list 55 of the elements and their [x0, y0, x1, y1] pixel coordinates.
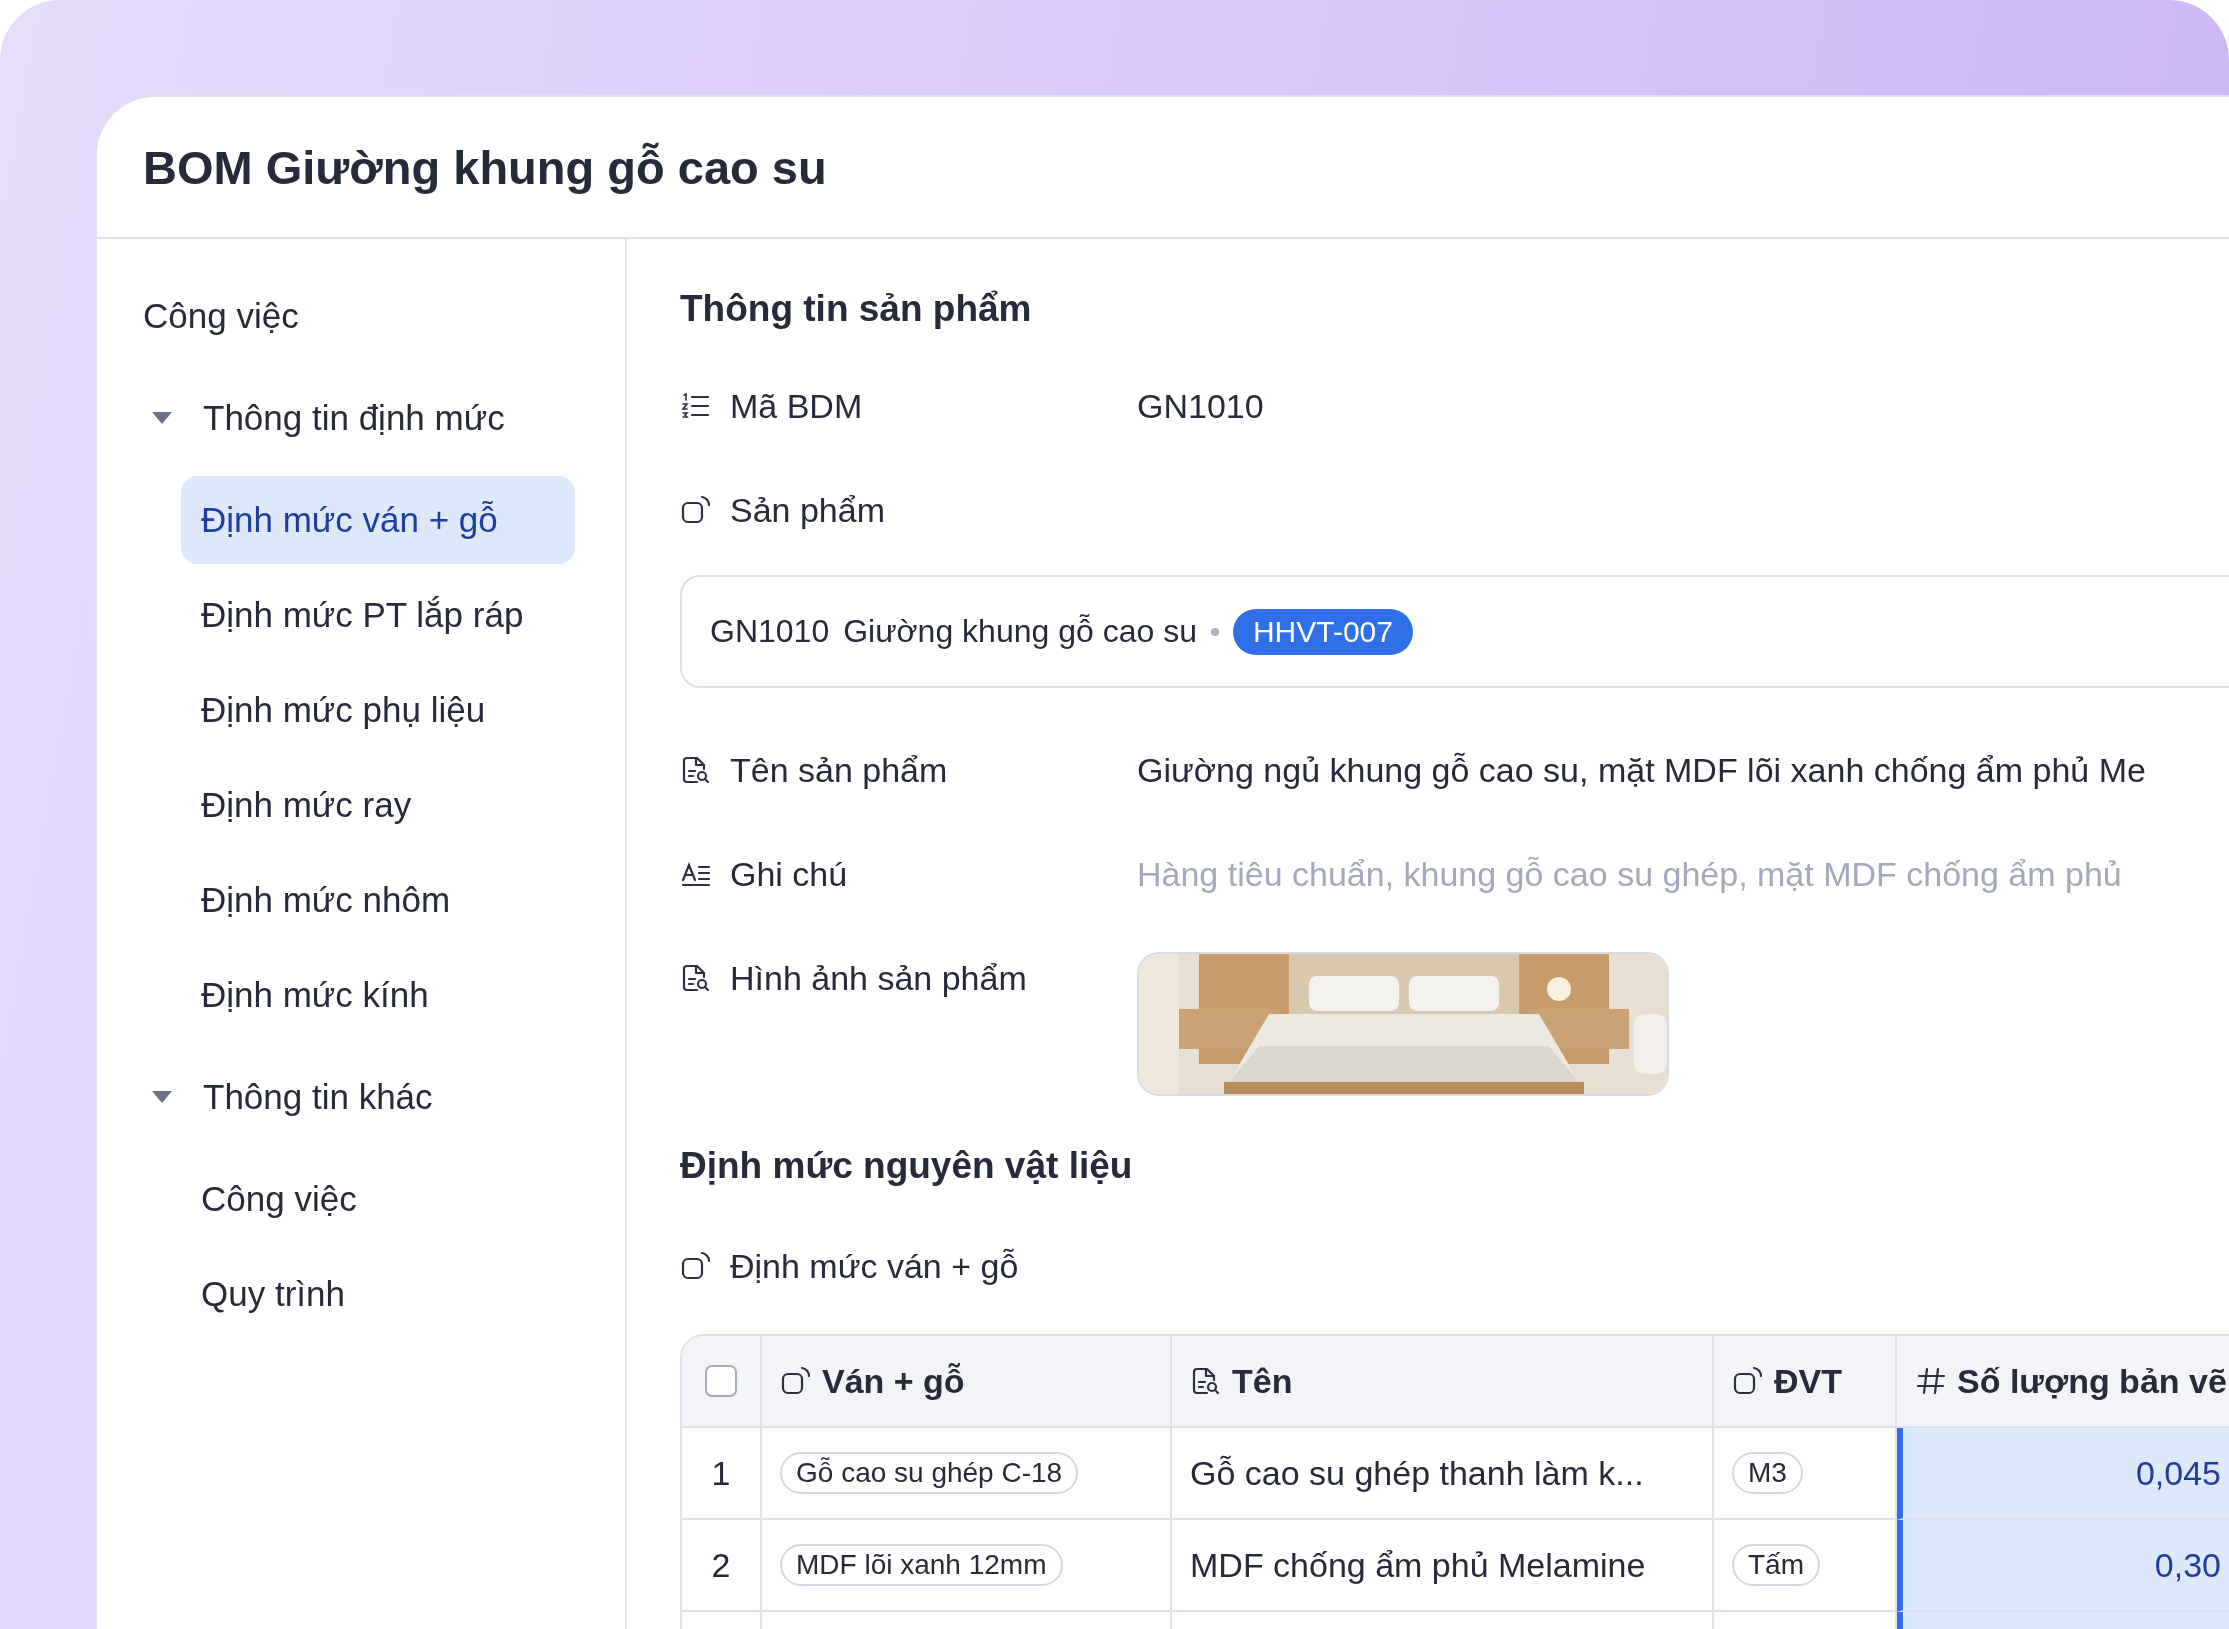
document-search-icon — [1190, 1365, 1222, 1397]
field-label: Ghi chú — [730, 854, 848, 895]
product-name: Giường khung gỗ cao su — [843, 613, 1197, 650]
sidebar-group[interactable]: Thông tin định mức — [97, 367, 625, 469]
field-value: GN1010 — [1137, 386, 1264, 426]
material-name: Gỗ cao su ghép thanh làm k... — [1190, 1453, 1644, 1493]
window-title: BOM Giường khung gỗ cao su — [143, 139, 827, 195]
table-cell[interactable]: Gỗ cao su ghép C-18 — [762, 1428, 1172, 1520]
field-label: Mã BDM — [730, 386, 863, 427]
table-cell[interactable]: Gỗ cao su ghép thanh làm k... — [1172, 1428, 1714, 1520]
field-label: Hình ảnh sản phẩm — [730, 958, 1027, 999]
sidebar-item[interactable]: Công việc — [181, 1155, 575, 1243]
rounded-square-icon — [680, 494, 712, 526]
sidebar-item[interactable]: Quy trình — [181, 1250, 575, 1338]
sidebar-item[interactable]: Định mức ray — [181, 761, 575, 849]
document-search-icon — [680, 754, 712, 786]
rounded-square-icon — [780, 1365, 812, 1397]
column-header[interactable]: ĐVT — [1714, 1336, 1897, 1428]
sidebar-item[interactable]: Công việc — [97, 265, 625, 367]
quantity-cell[interactable]: 0,30 — [1897, 1520, 2229, 1612]
field-value: Giường ngủ khung gỗ cao su, mặt MDF lõi xanh chống ẩm phủ Me — [1137, 750, 2146, 790]
product-tag: HHVT-007 — [1232, 608, 1413, 655]
document-search-icon — [680, 962, 712, 994]
column-header[interactable]: Tên — [1172, 1336, 1714, 1428]
table-cell[interactable]: MDF chống ẩm phủ Melamine — [1172, 1520, 1714, 1612]
column-header[interactable]: Ván + gỗ — [762, 1336, 1172, 1428]
material-tag: MDF lõi xanh 12mm — [780, 1544, 1063, 1586]
material-name: MDF chống ẩm phủ Melamine — [1190, 1545, 1646, 1585]
sidebar-group[interactable]: Thông tin khác — [97, 1046, 625, 1148]
sidebar-item[interactable]: Định mức phụ liệu — [181, 666, 575, 754]
row-number: 2 — [682, 1520, 762, 1612]
unit-tag: Tấm — [1732, 1544, 1820, 1586]
sidebar-item[interactable]: Định mức ván + gỗ — [181, 476, 575, 564]
hash-icon — [1915, 1365, 1947, 1397]
field-label: Sản phẩm — [730, 490, 885, 531]
sidebar-item[interactable]: Định mức kính — [181, 951, 575, 1039]
sidebar-item[interactable]: Định mức nhôm — [181, 856, 575, 944]
row-number: 1 — [682, 1428, 762, 1520]
field-label: Tên sản phẩm — [730, 750, 948, 791]
product-record[interactable]: GN1010 Giường khung gỗ cao su HHVT-007 — [680, 575, 2229, 688]
rounded-square-icon — [1732, 1365, 1764, 1397]
section-title: Định mức nguyên vật liệu — [680, 1144, 1134, 1188]
table-cell[interactable]: MDF lõi xanh 12mm — [762, 1520, 1172, 1612]
caret-icon — [151, 1090, 173, 1104]
rounded-square-icon — [680, 1250, 712, 1282]
section-title: Thông tin sản phẩm — [680, 287, 1033, 331]
sidebar-item[interactable]: Định mức PT lắp ráp — [181, 571, 575, 659]
subsection-label: Định mức ván + gỗ — [730, 1246, 1019, 1287]
quantity-cell[interactable]: 0,045 — [1897, 1428, 2229, 1520]
separator-dot — [1210, 627, 1219, 636]
product-code: GN1010 — [710, 613, 830, 650]
unit-tag: M3 — [1732, 1452, 1803, 1494]
material-tag: Gỗ cao su ghép C-18 — [780, 1452, 1079, 1494]
caret-icon — [151, 411, 173, 425]
select-all-checkbox[interactable] — [705, 1365, 737, 1397]
